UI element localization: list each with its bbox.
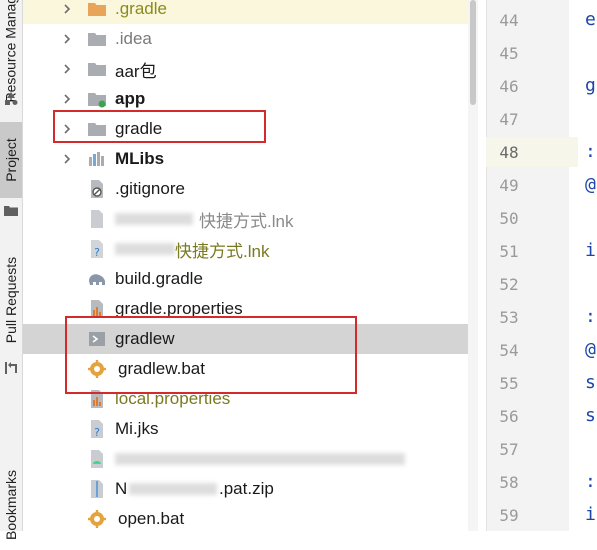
code-char: :	[585, 141, 596, 162]
tree-item-open-bat[interactable]: open.bat	[23, 504, 478, 531]
zip-file-icon	[91, 480, 103, 498]
highlight-box-gradlew	[65, 316, 357, 394]
tree-item-dot-idea[interactable]: .idea	[23, 24, 478, 54]
code-char: g	[585, 75, 596, 96]
line-number: 48	[499, 143, 519, 162]
line-number: 50	[499, 209, 519, 228]
tab-project[interactable]: Project	[0, 122, 22, 198]
line-number: 55	[499, 374, 519, 393]
line-number: 59	[499, 506, 519, 525]
scrollbar-thumb[interactable]	[470, 0, 476, 105]
redacted-text	[115, 213, 193, 225]
tool-window-strip: Resource Manager Project Pull Requests B…	[0, 0, 23, 540]
tree-scrollbar[interactable]	[468, 0, 478, 531]
tab-pull-requests-label: Pull Requests	[3, 256, 20, 344]
folder-icon	[88, 3, 106, 16]
line-number: 53	[499, 308, 519, 327]
chevron-right-icon[interactable]	[61, 33, 73, 45]
tab-project-label: Project	[3, 138, 20, 182]
line-number: 51	[499, 242, 519, 261]
code-char: i	[585, 240, 596, 261]
code-char: e	[585, 9, 596, 30]
unknown-file-icon	[91, 210, 103, 228]
tree-item-label: 快捷方式.lnk	[175, 241, 270, 261]
chevron-right-icon[interactable]	[61, 153, 73, 165]
tree-item-dot-gradle[interactable]: .gradle	[23, 0, 478, 24]
gear-file-icon	[88, 510, 106, 528]
redacted-text	[129, 483, 217, 495]
line-number: 44	[499, 11, 519, 30]
chevron-right-icon[interactable]	[61, 93, 73, 105]
line-number: 49	[499, 176, 519, 195]
line-number: 45	[499, 44, 519, 63]
tree-item-aar[interactable]: aar包	[23, 54, 478, 84]
tree-item-label: .idea	[115, 29, 152, 48]
tree-item-blurred-file[interactable]	[23, 444, 478, 474]
tab-bookmarks[interactable]: Bookmarks	[0, 460, 22, 550]
unknown-file-icon: ?	[91, 240, 103, 259]
zip-prefix: N	[115, 479, 128, 498]
tree-item-shortcut-2[interactable]: ? 快捷方式.lnk	[23, 234, 478, 264]
module-folder-icon	[88, 93, 106, 108]
line-number: 46	[499, 77, 519, 96]
code-char: :	[585, 306, 596, 327]
chevron-right-icon[interactable]	[61, 3, 73, 15]
tab-resource-manager[interactable]: Resource Manager	[0, 0, 22, 103]
tree-item-label: .pat.zip	[219, 479, 274, 498]
tree-item-label: .gradle	[115, 0, 167, 18]
code-char: s	[585, 405, 596, 426]
gradle-elephant-icon	[89, 274, 105, 285]
project-tree: .gradle .idea aar包 app gradle MLibs .git…	[23, 0, 478, 531]
folder-icon	[88, 33, 106, 46]
tree-item-mlibs[interactable]: MLibs	[23, 144, 478, 174]
chevron-right-icon[interactable]	[61, 63, 73, 75]
ignore-file-icon	[91, 180, 103, 198]
tree-item-gitignore[interactable]: .gitignore	[23, 174, 478, 204]
pull-requests-icon	[5, 362, 17, 374]
tab-bookmarks-label: Bookmarks	[3, 469, 19, 541]
tree-item-mi-jks[interactable]: ? Mi.jks	[23, 414, 478, 444]
resource-manager-icon	[5, 92, 18, 105]
line-number: 54	[499, 341, 519, 360]
redacted-text	[115, 453, 405, 465]
android-file-icon	[91, 450, 103, 468]
tree-item-label: open.bat	[118, 509, 185, 528]
library-folder-icon	[89, 152, 104, 166]
folder-icon	[88, 63, 106, 76]
svg-text:?: ?	[94, 426, 100, 439]
line-number: 56	[499, 407, 519, 426]
tree-item-label: aar包	[115, 61, 157, 81]
redacted-text	[115, 243, 175, 255]
tree-item-label: build.gradle	[115, 269, 203, 288]
line-number: 52	[499, 275, 519, 294]
line-number: 47	[499, 110, 519, 129]
unknown-file-icon: ?	[91, 420, 103, 439]
code-char: s	[585, 372, 596, 393]
line-number: 58	[499, 473, 519, 492]
tree-item-label: app	[115, 89, 146, 108]
tree-item-shortcut-1[interactable]: 快捷方式.lnk	[23, 204, 478, 234]
tree-item-label: Mi.jks	[115, 419, 159, 438]
code-char: :	[585, 471, 596, 492]
svg-text:?: ?	[94, 246, 100, 259]
tree-item-zip[interactable]: N .pat.zip	[23, 474, 478, 504]
tab-pull-requests[interactable]: Pull Requests	[0, 244, 22, 356]
tree-item-build-gradle[interactable]: build.gradle	[23, 264, 478, 294]
tab-resource-manager-label: Resource Manager	[3, 0, 19, 103]
tree-item-label: .gitignore	[115, 179, 185, 198]
code-char: @	[585, 174, 596, 195]
code-char: i	[585, 504, 596, 525]
tree-item-label: MLibs	[115, 149, 165, 168]
highlight-box-gradle	[53, 110, 266, 143]
code-char: @	[585, 339, 596, 360]
tree-item-label: 快捷方式.lnk	[199, 211, 294, 231]
line-number: 57	[499, 440, 519, 459]
project-folder-icon	[4, 206, 18, 216]
